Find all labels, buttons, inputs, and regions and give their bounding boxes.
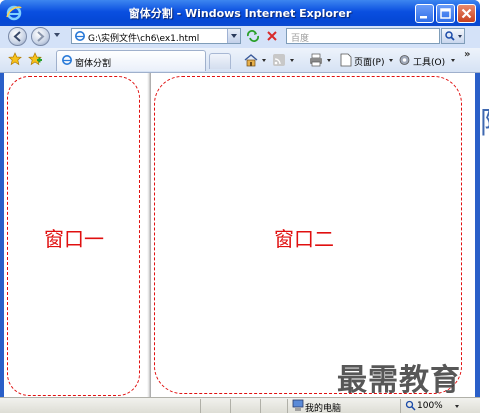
page-menu-dropdown[interactable]: [389, 59, 393, 62]
left-frame-label: 窗口一: [44, 227, 104, 251]
tab-current[interactable]: 窗体分割: [56, 50, 206, 71]
search-placeholder: 百度: [291, 34, 310, 44]
minimize-button[interactable]: [415, 4, 434, 23]
zoom-icon[interactable]: [405, 400, 416, 411]
address-dropdown[interactable]: [227, 29, 240, 43]
new-tab-button[interactable]: [209, 53, 231, 69]
search-input[interactable]: 百度: [286, 28, 440, 44]
command-bar: 窗体分割 页面(P) 工具(O) »: [0, 48, 480, 73]
address-url: G:\实例文件\ch6\ex1.html: [88, 34, 200, 44]
page-icon: [75, 31, 85, 41]
zoom-dropdown[interactable]: [455, 405, 459, 408]
computer-zone-icon: [292, 399, 304, 411]
window-title: 窗体分割 - Windows Internet Explorer: [128, 7, 352, 20]
left-frame: 窗口一: [4, 73, 147, 397]
home-icon[interactable]: [244, 53, 258, 67]
print-icon[interactable]: [309, 53, 323, 67]
right-frame-label: 窗口二: [274, 227, 334, 251]
refresh-icon: [247, 30, 259, 42]
tab-title: 窗体分割: [75, 59, 112, 69]
toolbar-overflow[interactable]: »: [464, 49, 470, 60]
title-bar[interactable]: 窗体分割 - Windows Internet Explorer: [0, 0, 480, 26]
feeds-dropdown[interactable]: [290, 59, 294, 62]
tools-gear-icon[interactable]: [398, 53, 411, 67]
watermark-logo: 最需教育: [337, 363, 461, 398]
stop-icon: [267, 31, 277, 41]
stop-button[interactable]: [264, 29, 280, 43]
background-edge: 阿: [480, 0, 489, 413]
home-dropdown[interactable]: [262, 59, 266, 62]
minimize-icon: [420, 16, 427, 19]
page-menu-icon[interactable]: [340, 53, 352, 67]
search-icon: [445, 31, 455, 41]
ie-window: 窗体分割 - Windows Internet Explorer G:\实例文件…: [0, 0, 480, 413]
maximize-icon: [440, 8, 451, 19]
status-bar: 我的电脑 100%: [0, 397, 480, 413]
maximize-button[interactable]: [436, 4, 455, 23]
tab-page-icon: [62, 55, 72, 65]
status-separator: [200, 399, 201, 413]
forward-button[interactable]: [31, 27, 50, 46]
background-glyph: 阿: [480, 98, 489, 142]
add-favorite-icon[interactable]: [28, 52, 42, 66]
print-dropdown[interactable]: [327, 59, 331, 62]
search-button[interactable]: [441, 28, 465, 44]
right-frame: 窗口二: [151, 73, 475, 397]
address-input[interactable]: G:\实例文件\ch6\ex1.html: [71, 28, 241, 44]
page-menu[interactable]: 页面(P): [354, 55, 384, 68]
close-icon: [461, 8, 472, 19]
tools-menu-dropdown[interactable]: [451, 59, 455, 62]
history-dropdown[interactable]: [54, 33, 60, 37]
status-separator: [260, 399, 261, 413]
back-button[interactable]: [8, 27, 27, 46]
security-zone: 我的电脑: [305, 404, 342, 413]
status-separator: [230, 399, 231, 413]
refresh-button[interactable]: [245, 29, 261, 43]
zoom-level[interactable]: 100%: [417, 401, 443, 411]
close-button[interactable]: [457, 4, 476, 23]
forward-icon: [37, 31, 45, 42]
back-icon: [13, 31, 21, 42]
feeds-icon[interactable]: [272, 53, 286, 67]
content-area: 窗口一 窗口二: [4, 73, 475, 397]
status-separator: [400, 399, 401, 413]
favorites-star-icon[interactable]: [8, 52, 22, 66]
tools-menu[interactable]: 工具(O): [413, 55, 445, 68]
address-bar: G:\实例文件\ch6\ex1.html 百度: [0, 26, 480, 49]
status-separator: [287, 399, 288, 413]
